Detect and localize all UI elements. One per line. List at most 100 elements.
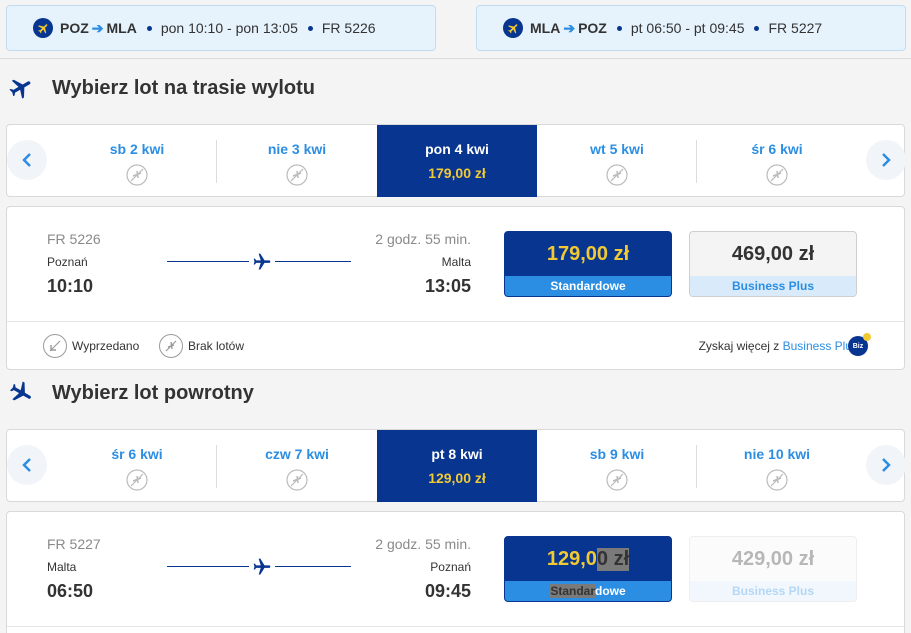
flight-times: pt 06:50 - pt 09:45 [630, 20, 745, 36]
no-flight-icon [159, 334, 183, 358]
outbound-date-strip: sb 2 kwi nie 3 kwi pon 4 kwi 179,00 zł w… [6, 124, 906, 197]
destination-city: Poznań [430, 560, 471, 574]
fare-price: 179,00 zł [546, 242, 630, 265]
business-plus-link[interactable]: Business Plus [783, 339, 858, 353]
flight-number: FR 5226 [321, 20, 376, 36]
no-flight-icon [286, 164, 308, 186]
return-flight-card: FR 5227 2 godz. 55 min. Malta Poznań 06:… [6, 511, 905, 633]
separator-dot [146, 25, 152, 31]
legend-label: Wyprzedano [72, 339, 140, 353]
no-flight-icon [126, 469, 148, 491]
flight-duration: 2 godz. 55 min. [375, 536, 471, 552]
flight-number: FR 5226 [47, 231, 101, 247]
section-title: Wybierz lot na trasie wylotu [52, 76, 316, 99]
fare-type: Standardowe [505, 581, 671, 601]
departure-time: 10:10 [47, 276, 94, 296]
promo-text: Zyskaj więcej z [698, 339, 780, 353]
legend-sold-out: Wyprzedano [43, 334, 139, 358]
flight-duration: 2 godz. 55 min. [375, 231, 471, 247]
return-summary-chip[interactable]: MLA ➔ POZ pt 06:50 - pt 09:45 FR 5227 [476, 5, 906, 51]
fare-legend-divider [7, 626, 904, 633]
departure-time: 06:50 [47, 581, 94, 601]
date-option[interactable]: sb 2 kwi [57, 125, 217, 197]
no-flight-icon [766, 469, 788, 491]
arrow-right-icon: ➔ [91, 19, 104, 36]
separator-dot [307, 25, 313, 31]
plane-landing-icon [9, 381, 31, 401]
date-option[interactable]: czw 7 kwi [217, 430, 377, 502]
date-option-selected[interactable]: pon 4 kwi 179,00 zł [377, 125, 537, 197]
fare-type: Business Plus [690, 581, 856, 601]
plane-icon [249, 557, 275, 582]
destination-code: MLA [106, 20, 137, 36]
standard-fare-button[interactable]: 179,00 zł Standardowe [504, 231, 672, 297]
next-dates-button[interactable] [866, 445, 906, 485]
legend-no-flights: Brak lotów [159, 334, 244, 358]
date-price: 179,00 zł [428, 165, 486, 181]
date-option[interactable]: śr 6 kwi [57, 430, 217, 502]
plane-icon [503, 18, 523, 38]
fare-price: 429,00 zł [731, 547, 815, 570]
date-label: nie 3 kwi [267, 141, 327, 157]
origin-code: MLA [530, 20, 561, 36]
previous-dates-button[interactable] [7, 445, 47, 485]
fare-type-part: dowe [595, 584, 626, 598]
date-option[interactable]: nie 3 kwi [217, 125, 377, 197]
date-label: pt 8 kwi [431, 446, 483, 462]
date-option-selected[interactable]: pt 8 kwi 129,00 zł [377, 430, 537, 502]
no-flight-icon [126, 164, 148, 186]
outbound-flight-card: FR 5226 2 godz. 55 min. Poznań Malta 10:… [6, 206, 905, 370]
standard-fare-button[interactable]: 129,0 0 zł Standar dowe [504, 536, 672, 602]
date-option[interactable]: nie 10 kwi [697, 430, 857, 502]
date-price: 129,00 zł [428, 470, 486, 486]
origin-code: POZ [60, 20, 89, 36]
business-plus-fare-button[interactable]: 429,00 zł Business Plus [689, 536, 857, 602]
date-label: pon 4 kwi [425, 141, 489, 157]
date-label: czw 7 kwi [265, 446, 329, 462]
flight-number: FR 5227 [47, 536, 101, 552]
return-heading: Wybierz lot powrotny [8, 378, 254, 408]
fare-price: 129,0 0 zł [505, 537, 671, 581]
business-plus-fare-button[interactable]: 469,00 zł Business Plus [689, 231, 857, 297]
origin-city: Malta [47, 560, 77, 574]
sold-out-icon [43, 334, 67, 358]
biz-badge-icon: Biz [848, 333, 871, 356]
return-date-strip: śr 6 kwi czw 7 kwi pt 8 kwi 129,00 zł sb… [6, 429, 906, 502]
legend-label: Brak lotów [188, 339, 245, 353]
plane-icon [249, 252, 275, 277]
fare-legend: Wyprzedano Brak lotów Zyskaj więcej z Bu… [7, 321, 904, 369]
flight-number: FR 5227 [768, 20, 823, 36]
date-option[interactable]: sb 9 kwi [537, 430, 697, 502]
flight-times: pon 10:10 - pon 13:05 [160, 20, 298, 36]
divider [0, 58, 911, 59]
fare-type: Standardowe [505, 276, 671, 296]
date-option[interactable]: wt 5 kwi [537, 125, 697, 197]
no-flight-icon [286, 469, 308, 491]
no-flight-icon [766, 164, 788, 186]
chevron-right-icon [882, 458, 891, 472]
outbound-summary-chip[interactable]: POZ ➔ MLA pon 10:10 - pon 13:05 FR 5226 [6, 5, 436, 51]
no-flight-icon [606, 164, 628, 186]
chevron-left-icon [22, 153, 31, 167]
destination-city: Malta [441, 255, 471, 269]
date-label: śr 6 kwi [751, 141, 803, 157]
destination-code: POZ [578, 20, 607, 36]
chevron-right-icon [882, 153, 891, 167]
no-flight-icon [606, 469, 628, 491]
plane-icon [33, 18, 53, 38]
fare-type: Business Plus [690, 276, 856, 296]
next-dates-button[interactable] [866, 140, 906, 180]
arrow-right-icon: ➔ [563, 19, 576, 36]
fare-type-highlighted: Standar [550, 584, 595, 598]
badge-star-icon [863, 333, 871, 341]
origin-city: Poznań [47, 255, 88, 269]
section-title: Wybierz lot powrotny [52, 381, 254, 404]
date-label: sb 9 kwi [589, 446, 645, 462]
previous-dates-button[interactable] [7, 140, 47, 180]
date-option[interactable]: śr 6 kwi [697, 125, 857, 197]
fare-price-highlighted: 0 zł [596, 547, 630, 571]
date-label: śr 6 kwi [111, 446, 163, 462]
business-plus-promo: Zyskaj więcej z Business Plus [699, 339, 858, 353]
outbound-heading: Wybierz lot na trasie wylotu [8, 73, 315, 103]
chevron-left-icon [22, 458, 31, 472]
